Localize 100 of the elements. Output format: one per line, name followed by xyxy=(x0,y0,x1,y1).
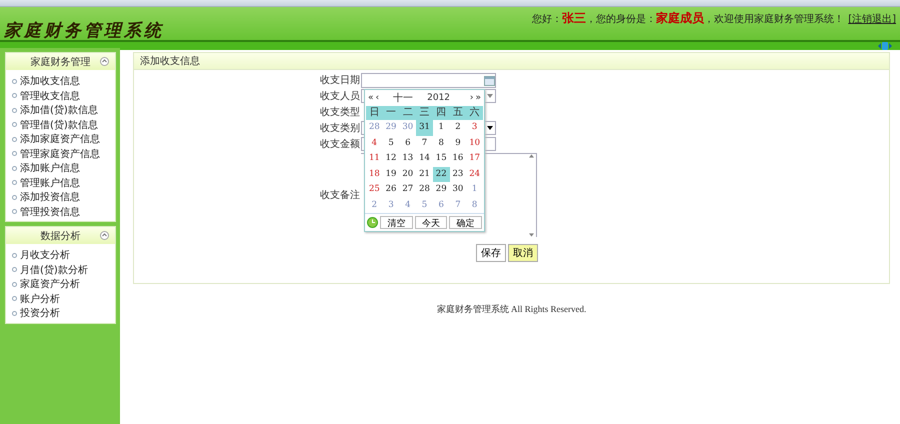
weekday-header: 二 xyxy=(399,106,416,120)
weekday-header: 四 xyxy=(432,106,450,120)
calendar-day[interactable]: 31 xyxy=(416,120,433,136)
calendar-day[interactable]: 7 xyxy=(416,136,433,151)
bullet-icon xyxy=(12,252,17,258)
greeting-text: 您好： xyxy=(532,14,562,25)
menu-item[interactable]: 家庭资产分析 xyxy=(20,277,80,292)
calendar-day[interactable]: 5 xyxy=(416,198,433,213)
month-selector[interactable]: 十一 xyxy=(393,91,414,105)
calendar-day[interactable]: 29 xyxy=(382,120,400,136)
field-label: 收支金额 xyxy=(320,138,361,151)
calendar-day[interactable]: 15 xyxy=(432,151,450,166)
menu-group-title: 家庭财务管理 xyxy=(30,56,90,68)
calendar-day[interactable]: 30 xyxy=(450,182,466,198)
field-label: 收支人员 xyxy=(320,90,361,103)
bullet-icon xyxy=(12,310,17,316)
field-label: 收支备注 xyxy=(320,188,361,202)
calendar-day[interactable]: 9 xyxy=(450,136,466,151)
menu-item[interactable]: 月借(贷)款分析 xyxy=(20,262,88,277)
calendar-day[interactable]: 17 xyxy=(466,151,483,166)
calendar-day[interactable]: 10 xyxy=(466,136,483,151)
calendar-day[interactable]: 1 xyxy=(432,120,450,136)
calendar-icon[interactable] xyxy=(484,76,495,86)
calendar-day[interactable]: 3 xyxy=(466,120,483,136)
calendar-day[interactable]: 28 xyxy=(366,120,383,136)
clock-icon[interactable] xyxy=(367,217,378,228)
calendar-day[interactable]: 2 xyxy=(450,120,466,136)
menu-item[interactable]: 管理收支信息 xyxy=(20,88,80,103)
date-field[interactable] xyxy=(361,73,496,88)
calendar-day[interactable]: 13 xyxy=(399,151,416,166)
calendar-day[interactable]: 25 xyxy=(366,182,383,198)
picker-button[interactable]: 今天 xyxy=(414,216,448,229)
calendar-day[interactable]: 8 xyxy=(466,198,483,213)
calendar-day[interactable]: 4 xyxy=(399,198,416,213)
menu-item[interactable]: 添加账户信息 xyxy=(20,161,80,176)
calendar-day[interactable]: 23 xyxy=(450,166,466,182)
toggle-icon[interactable] xyxy=(878,42,892,50)
calendar-day[interactable]: 27 xyxy=(399,182,416,198)
calendar-day[interactable]: 2 xyxy=(366,198,383,213)
calendar-day[interactable]: 5 xyxy=(382,136,400,151)
picker-button[interactable]: 清空 xyxy=(380,216,413,229)
calendar-day[interactable]: 11 xyxy=(366,151,383,166)
bullet-icon xyxy=(12,209,17,214)
calendar-day[interactable]: 22 xyxy=(432,166,450,182)
calendar-day[interactable]: 21 xyxy=(416,166,433,182)
prev-month-button[interactable]: ‹ xyxy=(376,93,380,103)
picker-button[interactable]: 确定 xyxy=(449,216,482,229)
calendar-day[interactable]: 12 xyxy=(382,151,400,166)
user-info-text: 张三 xyxy=(562,11,586,25)
bullet-icon xyxy=(12,122,17,128)
bullet-icon xyxy=(12,166,17,171)
menu-item[interactable]: 管理投资信息 xyxy=(20,204,80,219)
logout-link[interactable]: [注销退出] xyxy=(848,12,896,26)
collapse-icon[interactable] xyxy=(100,57,109,66)
next-year-button[interactable]: » xyxy=(475,93,481,103)
menu-item[interactable]: 月收支分析 xyxy=(20,248,70,262)
menu-item[interactable]: 账户分析 xyxy=(20,292,60,306)
year-selector[interactable]: 2012 xyxy=(427,93,450,103)
menu-item[interactable]: 添加收支信息 xyxy=(20,74,80,88)
menu-item[interactable]: 添加投资信息 xyxy=(20,190,80,204)
calendar-day[interactable]: 16 xyxy=(450,151,466,166)
bullet-icon xyxy=(12,194,17,200)
calendar-day[interactable]: 20 xyxy=(399,166,416,182)
calendar-day[interactable]: 30 xyxy=(399,120,416,136)
menu-item[interactable]: 管理借(贷)款信息 xyxy=(20,118,98,132)
calendar-day[interactable]: 26 xyxy=(382,182,400,198)
menu-item[interactable]: 管理家庭资产信息 xyxy=(20,146,100,161)
panel-title: 添加收支信息 xyxy=(140,54,200,68)
scroll-up-icon[interactable] xyxy=(528,154,534,158)
app-title: 家庭财务管理系统 xyxy=(3,20,164,42)
calendar-day[interactable]: 8 xyxy=(432,136,450,151)
calendar-day[interactable]: 3 xyxy=(382,198,400,213)
calendar-day[interactable]: 6 xyxy=(399,136,416,151)
menu-item[interactable]: 投资分析 xyxy=(20,306,60,320)
calendar-day[interactable]: 29 xyxy=(432,182,450,198)
menu-item[interactable]: 管理账户信息 xyxy=(20,176,80,190)
calendar-day[interactable]: 28 xyxy=(416,182,433,198)
next-month-button[interactable]: › xyxy=(470,93,474,103)
menu-item[interactable]: 添加借(贷)款信息 xyxy=(20,103,98,118)
calendar-day[interactable]: 24 xyxy=(466,166,483,182)
calendar-day[interactable]: 4 xyxy=(366,136,383,151)
save-button[interactable]: 保存 xyxy=(476,244,506,262)
calendar-day[interactable]: 19 xyxy=(382,166,400,182)
bullet-icon xyxy=(12,296,17,302)
menu-item[interactable]: 添加家庭资产信息 xyxy=(20,132,100,146)
greeting-text: ，您的身份是： xyxy=(586,14,656,25)
calendar-day[interactable]: 6 xyxy=(432,198,450,213)
scroll-down-icon[interactable] xyxy=(528,233,534,237)
collapse-icon[interactable] xyxy=(100,231,109,240)
calendar-day[interactable]: 18 xyxy=(366,166,383,182)
calendar-day[interactable]: 7 xyxy=(450,198,466,213)
weekday-header: 日 xyxy=(366,106,383,120)
field-label: 收支日期 xyxy=(320,74,361,87)
prev-year-button[interactable]: « xyxy=(368,93,374,103)
calendar-day[interactable]: 14 xyxy=(416,151,433,166)
user-info-text: 家庭成员 xyxy=(656,11,704,25)
cancel-button[interactable]: 取消 xyxy=(508,244,538,262)
dropdown-arrow-icon xyxy=(486,126,492,130)
weekday-header: 三 xyxy=(416,106,433,120)
dropdown-arrow-icon xyxy=(486,94,492,98)
